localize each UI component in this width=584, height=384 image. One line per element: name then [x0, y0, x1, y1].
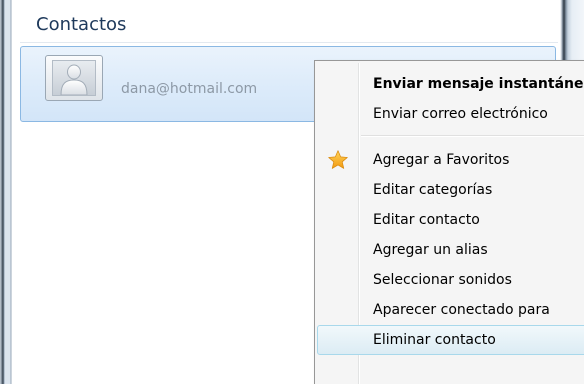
messenger-window: Contactos dana@hotmail.com Enviar mensaj… [0, 0, 584, 384]
menu-item-label: Seleccionar sonidos [373, 272, 512, 288]
menu-item-select-sounds[interactable]: Seleccionar sonidos [317, 265, 584, 295]
menu-item-label: Enviar correo electrónico [373, 106, 548, 122]
star-icon [328, 150, 348, 169]
menu-item-appear-online-to[interactable]: Aparecer conectado para [317, 295, 584, 325]
header-divider [20, 42, 558, 43]
menu-item-label: Agregar a Favoritos [373, 152, 510, 168]
menu-item-edit-contact[interactable]: Editar contacto [317, 205, 584, 235]
menu-item-label: Aparecer conectado para [373, 302, 550, 318]
menu-item-send-email[interactable]: Enviar correo electrónico [317, 99, 584, 129]
menu-item-edit-categories[interactable]: Editar categorías [317, 175, 584, 205]
contact-email: dana@hotmail.com [121, 81, 258, 97]
menu-item-label: Editar categorías [373, 182, 493, 198]
menu-item-add-to-favorites[interactable]: Agregar a Favoritos [317, 145, 584, 175]
menu-item-send-instant-message[interactable]: Enviar mensaje instantáneo [317, 69, 584, 99]
menu-item-label: Enviar mensaje instantáneo [373, 76, 584, 92]
menu-item-delete-contact[interactable]: Eliminar contacto [317, 325, 584, 355]
contact-context-menu: Enviar mensaje instantáneo Enviar correo… [314, 60, 584, 384]
contacts-group-header[interactable]: Contactos [36, 14, 126, 36]
default-user-avatar-icon [52, 60, 96, 96]
menu-item-label: Agregar un alias [373, 242, 488, 258]
menu-item-label: Editar contacto [373, 212, 480, 228]
menu-item-label: Eliminar contacto [373, 332, 496, 348]
menu-item-add-alias[interactable]: Agregar un alias [317, 235, 584, 265]
menu-separator [361, 135, 584, 137]
avatar[interactable] [45, 55, 103, 101]
window-frame-left [0, 0, 12, 384]
